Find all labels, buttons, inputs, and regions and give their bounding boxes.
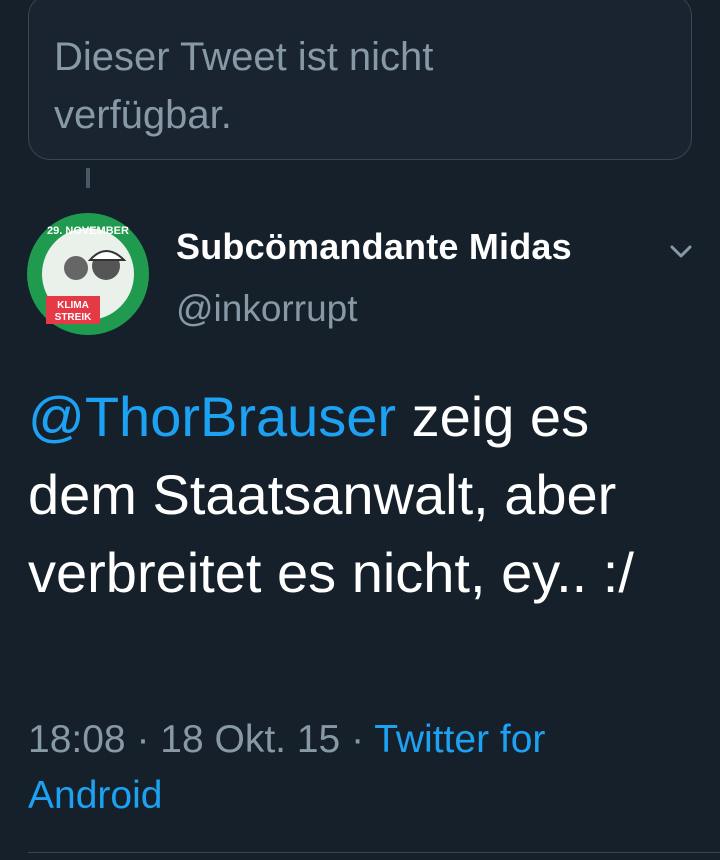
klimastreik-avatar-icon: KLIMA STREIK 29. NOVEMBER bbox=[27, 213, 149, 335]
thread-connector-line bbox=[86, 168, 90, 188]
author-handle[interactable]: @inkorrupt bbox=[176, 288, 358, 330]
unavailable-tweet-text: Dieser Tweet ist nicht verfügbar. bbox=[54, 35, 434, 137]
author-name[interactable]: Subcömandante Midas bbox=[176, 226, 572, 268]
chevron-down-icon[interactable] bbox=[664, 234, 698, 268]
mention-link[interactable]: @ThorBrauser bbox=[28, 385, 396, 448]
tweet-meta: 18:08 · 18 Okt. 15 · Twitter for Android bbox=[28, 712, 668, 824]
avatar[interactable]: KLIMA STREIK 29. NOVEMBER bbox=[26, 212, 150, 336]
meta-separator: · bbox=[136, 718, 150, 761]
tweet-date: 18 Okt. 15 bbox=[160, 718, 341, 761]
tweet-time: 18:08 bbox=[28, 718, 126, 761]
svg-text:29. NOVEMBER: 29. NOVEMBER bbox=[47, 225, 129, 237]
svg-text:KLIMA: KLIMA bbox=[57, 300, 89, 311]
tweet-text: @ThorBrauser zeig es dem Staatsanwalt, a… bbox=[28, 378, 708, 612]
svg-text:STREIK: STREIK bbox=[55, 312, 92, 323]
divider bbox=[28, 852, 720, 853]
meta-separator: · bbox=[351, 718, 365, 761]
